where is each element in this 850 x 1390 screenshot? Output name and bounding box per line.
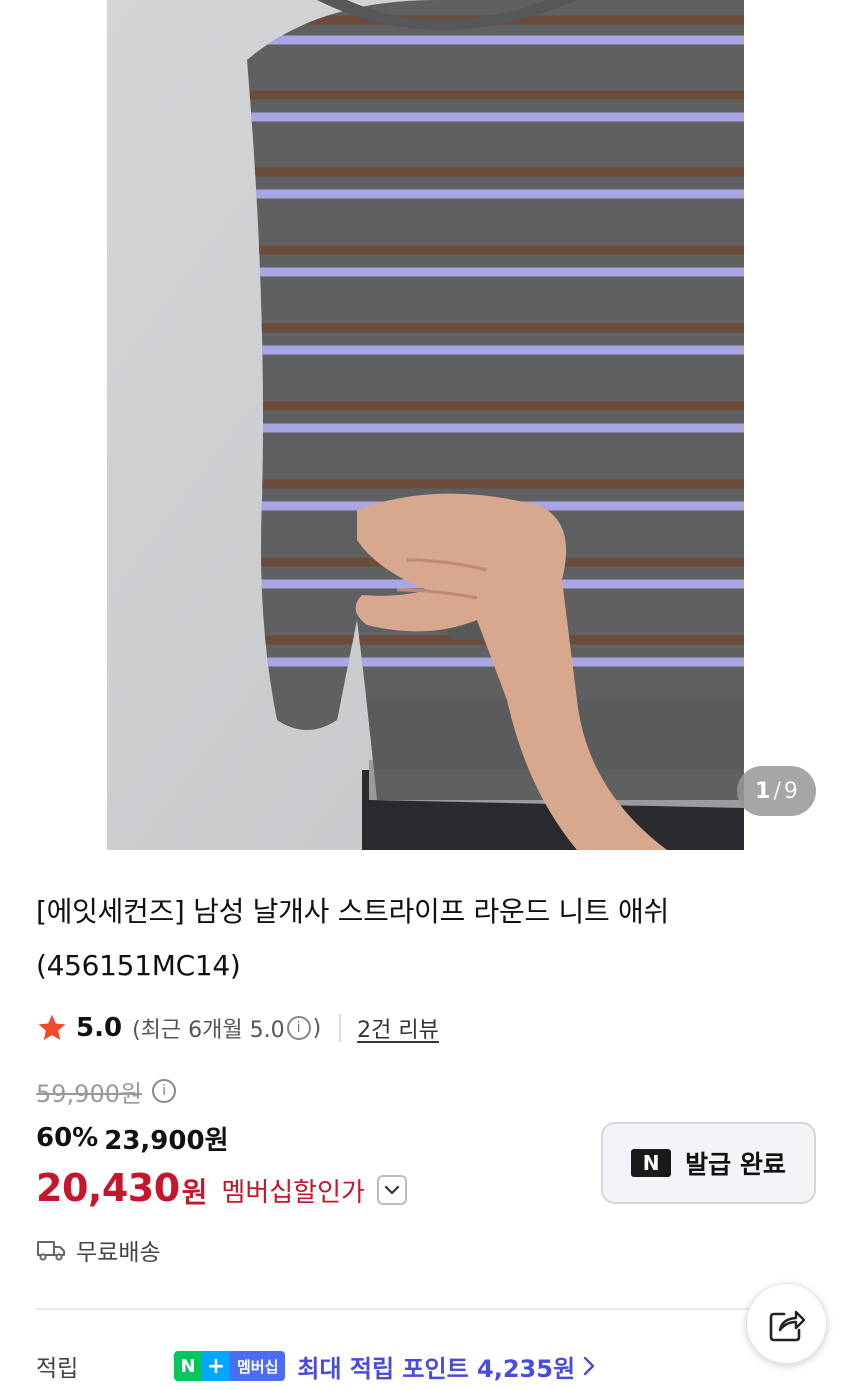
star-icon	[38, 1014, 66, 1040]
share-icon	[769, 1310, 805, 1341]
image-counter-separator: /	[773, 778, 781, 804]
max-points-text: 최대 적립 포인트 4,235원	[297, 1354, 576, 1383]
shipping-label: 무료배송	[76, 1240, 161, 1266]
rating-value: 5.0	[76, 1013, 123, 1043]
sweater-illustration	[107, 0, 744, 850]
chevron-right-icon	[583, 1356, 595, 1376]
coupon-issued-button[interactable]: N 발급 완료	[601, 1122, 816, 1204]
review-link[interactable]: 2건 리뷰	[357, 1012, 439, 1044]
section-divider	[36, 1308, 814, 1310]
discount-row: 60% 23,900원	[36, 1119, 229, 1157]
rating-row: 5.0 (최근 6개월 5.0 i ) 2건 리뷰	[36, 1008, 439, 1048]
expand-member-price-button[interactable]	[376, 1175, 407, 1205]
points-row[interactable]: 적립 N + 멤버십 최대 적립 포인트 4,235원	[36, 1346, 736, 1386]
naver-n-icon: N	[631, 1149, 672, 1177]
original-price-row: 59,900원 i	[36, 1072, 178, 1110]
chevron-down-icon	[384, 1185, 400, 1195]
np-badge-membership: 멤버십	[230, 1351, 286, 1381]
product-photo[interactable]	[107, 0, 744, 850]
naver-plus-membership-badge: N + 멤버십	[174, 1351, 286, 1381]
image-counter-current: 1	[755, 778, 771, 804]
divider	[339, 1014, 342, 1042]
coupon-label: 발급 완료	[685, 1150, 786, 1179]
truck-icon	[37, 1241, 65, 1261]
member-price-label: 멤버십할인가	[221, 1177, 365, 1208]
discount-percent: 60%	[36, 1123, 99, 1153]
np-badge-n: N	[174, 1351, 202, 1381]
original-price: 59,900원	[36, 1079, 143, 1108]
rating-recent-close: )	[312, 1015, 322, 1041]
np-badge-plus: +	[202, 1351, 230, 1381]
product-gallery[interactable]: 1 / 9	[0, 0, 850, 852]
discount-price: 23,900원	[104, 1125, 229, 1156]
points-label: 적립	[36, 1356, 79, 1382]
product-title: [에잇세컨즈] 남성 날개사 스트라이프 라운드 니트 애쉬 (456151MC…	[36, 895, 669, 982]
member-price-currency: 원	[181, 1176, 208, 1209]
image-counter-total: 9	[783, 778, 798, 804]
share-button[interactable]	[746, 1283, 827, 1364]
member-price: 20,430	[36, 1166, 180, 1210]
rating-recent: (최근 6개월 5.0 i )	[132, 1012, 321, 1044]
image-counter: 1 / 9	[737, 766, 816, 816]
member-price-row: 20,430 원 멤버십할인가	[36, 1160, 407, 1216]
rating-recent-text: (최근 6개월 5.0	[132, 1018, 285, 1043]
info-icon[interactable]: i	[286, 1016, 311, 1040]
shipping-row: 무료배송	[36, 1232, 161, 1268]
price-info-icon[interactable]: i	[152, 1079, 177, 1103]
